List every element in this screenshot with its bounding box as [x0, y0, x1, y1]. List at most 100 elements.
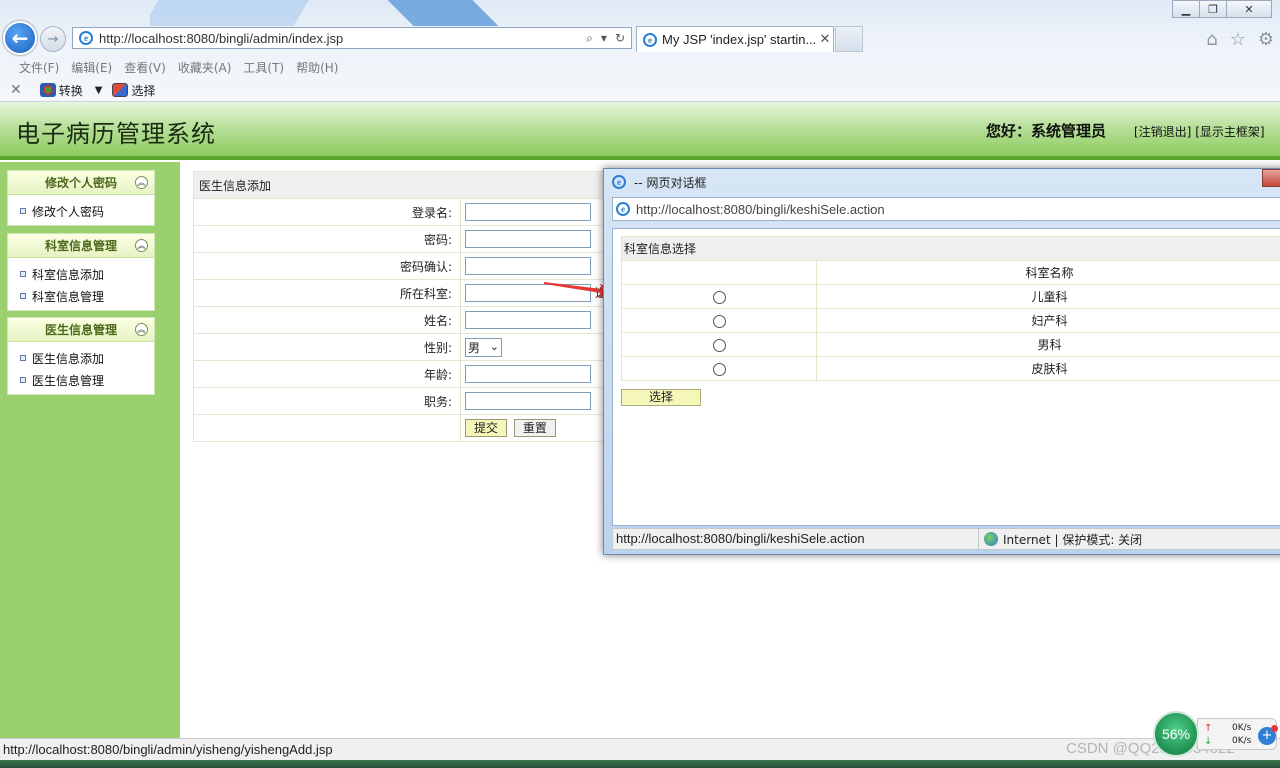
convert-button[interactable]: 转换: [39, 82, 83, 99]
logout-link[interactable]: [注销退出]: [1134, 125, 1191, 139]
dropdown-icon[interactable]: ▾: [601, 31, 607, 46]
sidebar-item-label: 医生信息管理: [32, 373, 105, 388]
close-window-icon[interactable]: ✕: [1226, 0, 1272, 18]
sidebar-item-label: 科室信息管理: [32, 289, 105, 304]
dept-radio[interactable]: [712, 290, 726, 304]
age-input[interactable]: [465, 365, 591, 383]
sidebar-item-doctor-add[interactable]: 医生信息添加: [20, 347, 154, 369]
select-command-label: 选择: [131, 83, 156, 98]
ie-tab-icon: e: [643, 32, 657, 47]
position-label: 职务:: [193, 387, 461, 415]
table-row: 妇产科: [621, 308, 1280, 333]
plus-icon[interactable]: +: [1258, 725, 1278, 745]
dept-radio[interactable]: [712, 362, 726, 376]
convert-dropdown-icon[interactable]: ▼: [95, 85, 103, 96]
gender-label: 性别:: [193, 333, 461, 361]
sidebar: 修改个人密码 ︽ 修改个人密码 科室信息管理 ︽ 科室信息添加 科室信息管理 医…: [0, 162, 180, 738]
dialog-title: -- 网页对话框: [634, 175, 707, 190]
status-url: http://localhost:8080/bingli/admin/yishe…: [3, 742, 333, 757]
collapse-icon[interactable]: ︽: [135, 176, 148, 189]
sidebar-group-dept: 科室信息管理 ︽ 科室信息添加 科室信息管理: [7, 233, 155, 311]
restore-icon[interactable]: ❐: [1199, 0, 1227, 18]
address-bar[interactable]: e http://localhost:8080/bingli/admin/ind…: [72, 27, 632, 49]
new-tab-button[interactable]: [835, 26, 863, 52]
sidebar-group-header[interactable]: 修改个人密码 ︽: [8, 171, 154, 195]
refresh-icon[interactable]: ↻: [615, 31, 625, 46]
forward-arrow-icon[interactable]: →: [40, 26, 66, 52]
dept-table-caption: 科室信息选择: [621, 236, 1280, 261]
sidebar-group-header[interactable]: 医生信息管理 ︽: [8, 318, 154, 342]
table-row: 男科: [621, 332, 1280, 357]
browser-status-bar: http://localhost:8080/bingli/admin/yishe…: [0, 738, 1280, 760]
dialog-titlebar: e -- 网页对话框: [604, 169, 1280, 195]
bullet-icon: [20, 355, 26, 361]
ie-page-icon: e: [79, 31, 93, 45]
password-label: 密码:: [193, 225, 461, 253]
globe-icon: [984, 532, 998, 546]
close-toolbar-icon[interactable]: ✕: [10, 82, 22, 98]
menu-tools[interactable]: 工具(T): [238, 56, 289, 78]
menu-edit[interactable]: 编辑(E): [66, 56, 117, 78]
dialog-body: 科室信息选择 科室名称 儿童科 妇产科 男科 皮肤科 选择: [612, 228, 1280, 526]
user-greeting: 您好：系统管理员: [986, 122, 1107, 140]
sidebar-item-dept-add[interactable]: 科室信息添加: [20, 263, 154, 285]
dept-radio[interactable]: [712, 314, 726, 328]
confirm-password-input[interactable]: [465, 257, 591, 275]
position-input[interactable]: [465, 392, 591, 410]
upload-arrow-icon: ↑: [1204, 723, 1213, 734]
dialog-url: http://localhost:8080/bingli/keshiSele.a…: [636, 201, 885, 217]
convert-label: 转换: [58, 83, 83, 98]
dept-table: 科室信息选择 科室名称 儿童科 妇产科 男科 皮肤科: [621, 236, 1280, 381]
submit-button[interactable]: 提交: [465, 419, 508, 437]
convert-icon: [39, 83, 56, 97]
dialog-address-bar: e http://localhost:8080/bingli/keshiSele…: [612, 197, 1280, 221]
aero-decoration: [150, 0, 580, 26]
name-input[interactable]: [465, 311, 591, 329]
dialog-status-bar: http://localhost:8080/bingli/keshiSele.a…: [612, 528, 1280, 550]
dept-select-button[interactable]: 选择: [621, 389, 701, 406]
sidebar-item-change-password[interactable]: 修改个人密码: [20, 200, 154, 222]
confirm-password-label: 密码确认:: [193, 252, 461, 280]
login-label: 登录名:: [193, 198, 461, 226]
dept-select-dialog: e -- 网页对话框 e http://localhost:8080/bingl…: [603, 168, 1280, 555]
menu-file[interactable]: 文件(F): [14, 56, 64, 78]
show-frame-link[interactable]: [显示主框架]: [1195, 125, 1264, 139]
security-zone: Internet | 保护模式: 关闭: [1003, 532, 1143, 547]
collapse-icon[interactable]: ︽: [135, 239, 148, 252]
menu-view[interactable]: 查看(V): [119, 56, 171, 78]
favorites-star-icon[interactable]: ☆: [1230, 29, 1246, 50]
gender-select[interactable]: 男 ⌄: [465, 337, 502, 357]
sidebar-item-dept-manage[interactable]: 科室信息管理: [20, 285, 154, 307]
net-speed-widget[interactable]: ↑ 0K/s ↓ 0K/s + 56%: [1153, 711, 1279, 757]
collapse-icon[interactable]: ︽: [135, 323, 148, 336]
menu-favorites[interactable]: 收藏夹(A): [173, 56, 237, 78]
net-percent: 56%: [1153, 711, 1199, 757]
dept-name: 皮肤科: [816, 356, 1280, 381]
dept-name: 儿童科: [816, 284, 1280, 309]
sidebar-group-header[interactable]: 科室信息管理 ︽: [8, 234, 154, 258]
sidebar-group-doctor: 医生信息管理 ︽ 医生信息添加 医生信息管理: [7, 317, 155, 395]
sidebar-item-doctor-manage[interactable]: 医生信息管理: [20, 369, 154, 391]
command-bar: ✕ 转换 ▼ 选择: [0, 79, 1280, 101]
ie-page-icon: e: [616, 202, 630, 216]
reset-button[interactable]: 重置: [513, 419, 556, 437]
minimize-icon[interactable]: ▁: [1172, 0, 1200, 18]
dept-name: 男科: [816, 332, 1280, 357]
browser-tab[interactable]: e My JSP 'index.jsp' startin... ✕: [636, 26, 834, 52]
search-icon[interactable]: ⌕: [586, 31, 593, 46]
login-input[interactable]: [465, 203, 591, 221]
back-arrow-icon[interactable]: ←: [3, 21, 37, 55]
address-url[interactable]: http://localhost:8080/bingli/admin/index…: [99, 31, 586, 46]
dept-radio[interactable]: [712, 338, 726, 352]
age-label: 年龄:: [193, 360, 461, 388]
sidebar-item-label: 医生信息添加: [32, 351, 105, 366]
table-row: 皮肤科: [621, 356, 1280, 381]
menu-help[interactable]: 帮助(H): [291, 56, 343, 78]
tab-close-icon[interactable]: ✕: [817, 32, 833, 47]
gear-icon[interactable]: ⚙: [1258, 29, 1274, 50]
dialog-close-icon[interactable]: [1262, 169, 1280, 187]
password-input[interactable]: [465, 230, 591, 248]
home-icon[interactable]: ⌂: [1206, 29, 1217, 50]
select-command-button[interactable]: 选择: [112, 82, 155, 99]
sidebar-item-label: 科室信息添加: [32, 267, 105, 282]
